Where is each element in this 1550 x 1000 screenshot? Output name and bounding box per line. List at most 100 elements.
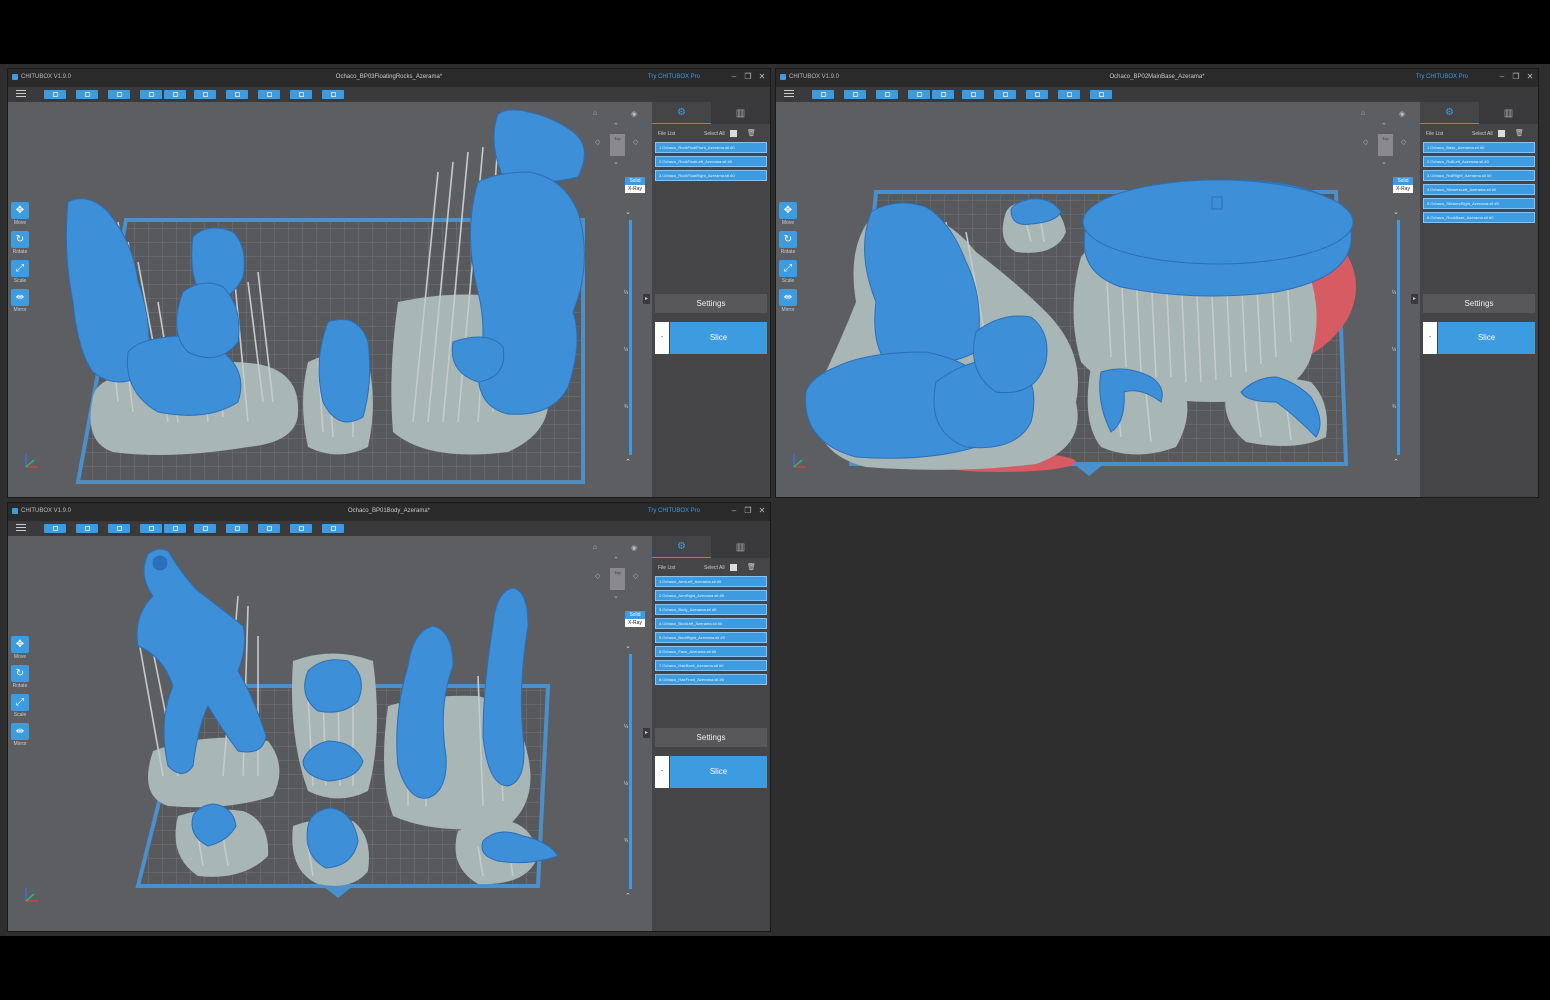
minimize-icon[interactable]: – xyxy=(728,72,740,81)
select-all-checkbox[interactable] xyxy=(1498,130,1505,137)
open-file-button[interactable] xyxy=(44,524,66,533)
mirror-tool[interactable]: ⇹ Mirror xyxy=(10,289,30,313)
view-cube-face[interactable]: Top xyxy=(1378,134,1393,156)
mirror-tool[interactable]: ⇹ Mirror xyxy=(778,289,798,313)
delete-icon[interactable]: 🗑 xyxy=(1515,129,1524,137)
file-list-item[interactable]: 3.Ochaco_RockFloatRight_Azerama.stl #0 xyxy=(655,170,767,181)
mirror-tool[interactable]: ⇹ Mirror xyxy=(10,723,30,747)
xray-mode-button[interactable]: X-Ray xyxy=(1393,185,1413,193)
file-list-item[interactable]: 2.Ochaco_RollLeft_Azerama.stl #0 xyxy=(1423,156,1535,167)
layer-slider[interactable]: ⌄ ¼ ½ ¾ ⌃ xyxy=(624,643,633,900)
file-list-item[interactable]: 4.Ochaco_BootLeft_Azerama.stl #0 xyxy=(655,618,767,629)
slice-options-button[interactable]: - xyxy=(655,322,669,354)
restore-icon[interactable]: ❐ xyxy=(742,506,754,515)
view-split-button[interactable] xyxy=(164,524,186,533)
hollow-button[interactable] xyxy=(1026,90,1048,99)
save-button[interactable] xyxy=(76,524,98,533)
file-list-item[interactable]: 6.Ochaco_RockBase_Azerama.stl #0 xyxy=(1423,212,1535,223)
dig-hole-button[interactable] xyxy=(290,524,312,533)
delete-icon[interactable]: 🗑 xyxy=(747,129,756,137)
file-list-item[interactable]: 4.Ochaco_StickersLeft_Azerama.stl #0 xyxy=(1423,184,1535,195)
slider-up-arrow-icon[interactable]: ⌄ xyxy=(625,208,631,216)
file-list-item[interactable]: 2.Ochaco_RockFloatLeft_Azerama.stl #0 xyxy=(655,156,767,167)
xray-mode-button[interactable]: X-Ray xyxy=(625,185,645,193)
view-cube[interactable]: ⌂ ◉ ⌃ ◇ ◇ Top ⌄ xyxy=(593,110,643,170)
supports-button[interactable] xyxy=(226,90,248,99)
file-list-item[interactable]: 5.Ochaco_BootRight_Azerama.stl #0 xyxy=(655,632,767,643)
rotate-tool[interactable]: ↻ Rotate xyxy=(10,665,30,689)
home-view-icon[interactable]: ⌂ xyxy=(1361,110,1365,117)
tab-trash-icon[interactable]: ▥ xyxy=(1479,102,1538,124)
slider-up-arrow-icon[interactable]: ⌄ xyxy=(1393,208,1399,216)
home-view-icon[interactable]: ⌂ xyxy=(593,110,597,117)
arrow-down-icon[interactable]: ⌄ xyxy=(613,592,619,600)
view-toggle-button[interactable] xyxy=(140,524,162,533)
slider-down-arrow-icon[interactable]: ⌃ xyxy=(625,892,631,900)
slice-button[interactable]: Slice xyxy=(670,322,767,354)
view-toggle-button[interactable] xyxy=(140,90,162,99)
build-plate-scene[interactable] xyxy=(8,536,653,931)
file-list-item[interactable]: 6.Ochaco_Face_Azerama.stl #0 xyxy=(655,646,767,657)
view-cube[interactable]: ⌂ ◉ ⌃ ◇ ◇ Top ⌄ xyxy=(1361,110,1411,170)
dig-hole-button[interactable] xyxy=(1058,90,1080,99)
layer-slider[interactable]: ⌄ ¼ ½ ¾ ⌃ xyxy=(624,209,633,466)
hamburger-menu-icon[interactable] xyxy=(784,90,794,99)
eye-icon[interactable]: ◉ xyxy=(631,110,637,118)
arrow-right-icon[interactable]: ◇ xyxy=(1401,138,1406,146)
select-all-checkbox[interactable] xyxy=(730,564,737,571)
view-split-button[interactable] xyxy=(932,90,954,99)
tab-settings-gear-icon[interactable]: ⚙ xyxy=(1420,102,1479,124)
layer-slider-track[interactable] xyxy=(629,220,632,455)
layout-button[interactable] xyxy=(194,524,216,533)
restore-icon[interactable]: ❐ xyxy=(1510,72,1522,81)
file-list-item[interactable]: 1.Ochaco_Base_Azerama.stl #0 xyxy=(1423,142,1535,153)
home-view-icon[interactable]: ⌂ xyxy=(593,544,597,551)
supports-button[interactable] xyxy=(994,90,1016,99)
tab-settings-gear-icon[interactable]: ⚙ xyxy=(652,536,711,558)
expand-panel-arrow-icon[interactable]: ▸ xyxy=(643,294,650,304)
settings-button[interactable]: Settings xyxy=(655,728,767,747)
xray-mode-button[interactable]: X-Ray xyxy=(625,619,645,627)
expand-panel-arrow-icon[interactable]: ▸ xyxy=(643,728,650,738)
scale-tool[interactable]: ⤢ Scale xyxy=(10,694,30,718)
minimize-icon[interactable]: – xyxy=(728,506,740,515)
arrow-left-icon[interactable]: ◇ xyxy=(1363,138,1368,146)
hamburger-menu-icon[interactable] xyxy=(16,524,26,533)
slice-options-button[interactable]: - xyxy=(655,756,669,788)
layer-slider[interactable]: ⌄ ¼ ½ ¾ ⌃ xyxy=(1392,209,1401,466)
layout-button[interactable] xyxy=(194,90,216,99)
minimize-icon[interactable]: – xyxy=(1496,72,1508,81)
arrow-down-icon[interactable]: ⌄ xyxy=(1381,158,1387,166)
hollow-button[interactable] xyxy=(258,90,280,99)
view-split-button[interactable] xyxy=(164,90,186,99)
supports-button[interactable] xyxy=(226,524,248,533)
arrow-down-icon[interactable]: ⌄ xyxy=(613,158,619,166)
rotate-tool[interactable]: ↻ Rotate xyxy=(778,231,798,255)
dig-hole-button[interactable] xyxy=(290,90,312,99)
close-icon[interactable]: ✕ xyxy=(756,506,768,515)
file-list-item[interactable]: 1.Ochaco_ArmLeft_Azerama.stl #0 xyxy=(655,576,767,587)
try-pro-link[interactable]: Try CHITUBOX Pro xyxy=(648,508,700,514)
slice-button[interactable]: Slice xyxy=(1438,322,1535,354)
try-pro-link[interactable]: Try CHITUBOX Pro xyxy=(1416,74,1468,80)
settings-button[interactable]: Settings xyxy=(655,294,767,313)
rotate-view-button[interactable] xyxy=(1090,90,1112,99)
settings-button[interactable] xyxy=(108,524,130,533)
file-list-item[interactable]: 1.Ochaco_RockFloatFront_Azerama.stl #0 xyxy=(655,142,767,153)
view-cube-face[interactable]: Top xyxy=(610,134,625,156)
tab-trash-icon[interactable]: ▥ xyxy=(711,102,770,124)
file-list-item[interactable]: 5.Ochaco_StickersRight_Azerama.stl #0 xyxy=(1423,198,1535,209)
solid-mode-button[interactable]: Solid xyxy=(625,611,645,619)
arrow-left-icon[interactable]: ◇ xyxy=(595,138,600,146)
restore-icon[interactable]: ❐ xyxy=(742,72,754,81)
try-pro-link[interactable]: Try CHITUBOX Pro xyxy=(648,74,700,80)
layer-slider-track[interactable] xyxy=(1397,220,1400,455)
move-tool[interactable]: ✥ Move xyxy=(10,636,30,660)
scale-tool[interactable]: ⤢ Scale xyxy=(10,260,30,284)
arrow-right-icon[interactable]: ◇ xyxy=(633,572,638,580)
close-icon[interactable]: ✕ xyxy=(1524,72,1536,81)
file-list-item[interactable]: 3.Ochaco_Body_Azerama.stl #0 xyxy=(655,604,767,615)
view-cube-face[interactable]: Top xyxy=(610,568,625,590)
view-cube[interactable]: ⌂ ◉ ⌃ ◇ ◇ Top ⌄ xyxy=(593,544,643,604)
solid-mode-button[interactable]: Solid xyxy=(1393,177,1413,185)
